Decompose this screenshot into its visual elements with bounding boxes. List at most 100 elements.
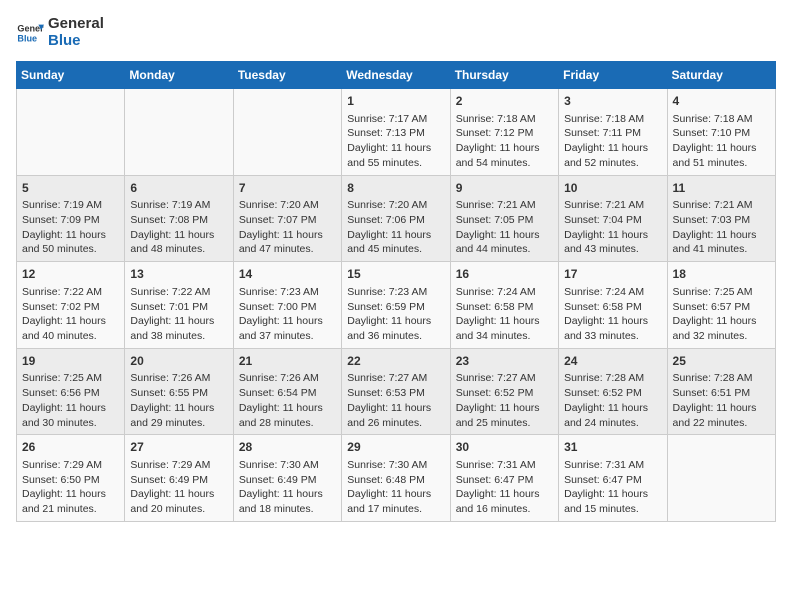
day-info: Daylight: 11 hours and 55 minutes.	[347, 141, 444, 170]
calendar-cell: 28Sunrise: 7:30 AMSunset: 6:49 PMDayligh…	[233, 435, 341, 522]
day-info: Daylight: 11 hours and 16 minutes.	[456, 487, 553, 516]
day-info: Daylight: 11 hours and 18 minutes.	[239, 487, 336, 516]
day-of-week-header: Friday	[559, 62, 667, 89]
calendar-cell: 19Sunrise: 7:25 AMSunset: 6:56 PMDayligh…	[17, 348, 125, 435]
day-number: 20	[130, 353, 227, 370]
day-info: Sunrise: 7:23 AM	[347, 285, 444, 300]
day-of-week-header: Thursday	[450, 62, 558, 89]
calendar-cell: 12Sunrise: 7:22 AMSunset: 7:02 PMDayligh…	[17, 262, 125, 349]
day-info: Sunset: 7:07 PM	[239, 213, 336, 228]
day-info: Sunrise: 7:23 AM	[239, 285, 336, 300]
day-info: Sunrise: 7:25 AM	[673, 285, 770, 300]
day-info: Sunset: 6:49 PM	[130, 473, 227, 488]
day-of-week-header: Tuesday	[233, 62, 341, 89]
day-info: Sunset: 6:52 PM	[456, 386, 553, 401]
day-of-week-header: Sunday	[17, 62, 125, 89]
logo-icon: General Blue	[16, 19, 44, 47]
day-info: Daylight: 11 hours and 22 minutes.	[673, 401, 770, 430]
day-info: Daylight: 11 hours and 29 minutes.	[130, 401, 227, 430]
day-number: 17	[564, 266, 661, 283]
calendar-cell: 26Sunrise: 7:29 AMSunset: 6:50 PMDayligh…	[17, 435, 125, 522]
day-info: Sunset: 6:48 PM	[347, 473, 444, 488]
day-number: 9	[456, 180, 553, 197]
day-info: Daylight: 11 hours and 30 minutes.	[22, 401, 119, 430]
logo-blue: Blue	[48, 33, 104, 50]
day-info: Sunrise: 7:25 AM	[22, 371, 119, 386]
day-info: Sunrise: 7:27 AM	[347, 371, 444, 386]
day-number: 12	[22, 266, 119, 283]
calendar-cell: 30Sunrise: 7:31 AMSunset: 6:47 PMDayligh…	[450, 435, 558, 522]
calendar-cell: 27Sunrise: 7:29 AMSunset: 6:49 PMDayligh…	[125, 435, 233, 522]
day-info: Sunrise: 7:28 AM	[564, 371, 661, 386]
day-number: 29	[347, 439, 444, 456]
calendar-cell: 5Sunrise: 7:19 AMSunset: 7:09 PMDaylight…	[17, 175, 125, 262]
day-info: Sunset: 7:00 PM	[239, 300, 336, 315]
day-info: Sunrise: 7:20 AM	[239, 198, 336, 213]
day-of-week-header: Monday	[125, 62, 233, 89]
day-info: Sunrise: 7:30 AM	[239, 458, 336, 473]
day-info: Sunrise: 7:27 AM	[456, 371, 553, 386]
calendar-cell: 8Sunrise: 7:20 AMSunset: 7:06 PMDaylight…	[342, 175, 450, 262]
calendar-cell: 22Sunrise: 7:27 AMSunset: 6:53 PMDayligh…	[342, 348, 450, 435]
calendar-cell: 1Sunrise: 7:17 AMSunset: 7:13 PMDaylight…	[342, 89, 450, 176]
day-info: Daylight: 11 hours and 40 minutes.	[22, 314, 119, 343]
day-info: Sunset: 6:58 PM	[564, 300, 661, 315]
calendar-week-row: 5Sunrise: 7:19 AMSunset: 7:09 PMDaylight…	[17, 175, 776, 262]
day-info: Sunset: 7:13 PM	[347, 126, 444, 141]
day-info: Daylight: 11 hours and 54 minutes.	[456, 141, 553, 170]
day-info: Daylight: 11 hours and 43 minutes.	[564, 228, 661, 257]
day-info: Sunset: 7:11 PM	[564, 126, 661, 141]
day-number: 16	[456, 266, 553, 283]
day-info: Sunset: 6:51 PM	[673, 386, 770, 401]
calendar-body: 1Sunrise: 7:17 AMSunset: 7:13 PMDaylight…	[17, 89, 776, 522]
day-info: Sunset: 6:58 PM	[456, 300, 553, 315]
logo-general: General	[48, 16, 104, 33]
day-info: Daylight: 11 hours and 25 minutes.	[456, 401, 553, 430]
day-info: Sunset: 7:02 PM	[22, 300, 119, 315]
day-info: Daylight: 11 hours and 41 minutes.	[673, 228, 770, 257]
day-info: Daylight: 11 hours and 37 minutes.	[239, 314, 336, 343]
calendar-cell: 10Sunrise: 7:21 AMSunset: 7:04 PMDayligh…	[559, 175, 667, 262]
day-info: Daylight: 11 hours and 32 minutes.	[673, 314, 770, 343]
day-info: Sunset: 6:59 PM	[347, 300, 444, 315]
day-info: Sunset: 6:49 PM	[239, 473, 336, 488]
day-number: 2	[456, 93, 553, 110]
calendar-cell: 7Sunrise: 7:20 AMSunset: 7:07 PMDaylight…	[233, 175, 341, 262]
day-info: Daylight: 11 hours and 50 minutes.	[22, 228, 119, 257]
day-number: 30	[456, 439, 553, 456]
day-number: 1	[347, 93, 444, 110]
day-info: Daylight: 11 hours and 51 minutes.	[673, 141, 770, 170]
calendar-cell	[667, 435, 775, 522]
calendar-cell: 16Sunrise: 7:24 AMSunset: 6:58 PMDayligh…	[450, 262, 558, 349]
day-info: Sunrise: 7:28 AM	[673, 371, 770, 386]
page-header: General Blue General Blue	[16, 16, 776, 49]
day-info: Daylight: 11 hours and 47 minutes.	[239, 228, 336, 257]
day-info: Sunset: 7:04 PM	[564, 213, 661, 228]
day-info: Sunrise: 7:20 AM	[347, 198, 444, 213]
day-info: Sunrise: 7:21 AM	[564, 198, 661, 213]
day-number: 5	[22, 180, 119, 197]
calendar-cell: 20Sunrise: 7:26 AMSunset: 6:55 PMDayligh…	[125, 348, 233, 435]
day-info: Daylight: 11 hours and 44 minutes.	[456, 228, 553, 257]
calendar-cell: 18Sunrise: 7:25 AMSunset: 6:57 PMDayligh…	[667, 262, 775, 349]
day-number: 19	[22, 353, 119, 370]
day-info: Sunrise: 7:19 AM	[130, 198, 227, 213]
calendar-cell	[233, 89, 341, 176]
calendar-cell: 24Sunrise: 7:28 AMSunset: 6:52 PMDayligh…	[559, 348, 667, 435]
svg-text:Blue: Blue	[17, 33, 37, 43]
calendar-cell: 13Sunrise: 7:22 AMSunset: 7:01 PMDayligh…	[125, 262, 233, 349]
day-number: 8	[347, 180, 444, 197]
day-info: Daylight: 11 hours and 20 minutes.	[130, 487, 227, 516]
day-number: 14	[239, 266, 336, 283]
calendar-header: SundayMondayTuesdayWednesdayThursdayFrid…	[17, 62, 776, 89]
day-info: Sunset: 6:52 PM	[564, 386, 661, 401]
day-info: Sunset: 6:54 PM	[239, 386, 336, 401]
day-info: Sunrise: 7:29 AM	[130, 458, 227, 473]
day-info: Sunset: 7:01 PM	[130, 300, 227, 315]
day-info: Sunrise: 7:18 AM	[456, 112, 553, 127]
day-number: 6	[130, 180, 227, 197]
day-info: Sunset: 7:12 PM	[456, 126, 553, 141]
day-number: 26	[22, 439, 119, 456]
day-info: Sunset: 6:50 PM	[22, 473, 119, 488]
day-info: Sunset: 6:56 PM	[22, 386, 119, 401]
